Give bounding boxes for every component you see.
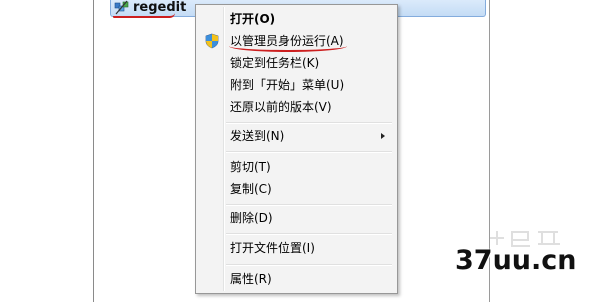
menu-item-label: 锁定到任务栏(K)	[230, 56, 320, 70]
menu-item-cut[interactable]: 剪切(T)	[198, 157, 395, 177]
menu-item-open[interactable]: 打开(O)	[198, 9, 395, 29]
site-watermark: 37uu.cn	[455, 245, 577, 276]
menu-item-label: 发送到(N)	[230, 129, 285, 143]
menu-separator	[226, 122, 392, 124]
menu-separator	[226, 151, 392, 153]
menu-item-label: 附到「开始」菜单(U)	[230, 78, 345, 92]
menu-item-label: 删除(D)	[230, 211, 273, 225]
menu-item-label: 属性(R)	[230, 272, 272, 286]
menu-item-pin-to-start[interactable]: 附到「开始」菜单(U)	[198, 75, 395, 95]
menu-item-delete[interactable]: 删除(D)	[198, 208, 395, 228]
menu-item-pin-to-taskbar[interactable]: 锁定到任务栏(K)	[198, 53, 395, 73]
menu-item-label: 打开文件位置(I)	[230, 241, 315, 255]
submenu-arrow-icon	[381, 133, 385, 139]
red-annotation-underline	[113, 13, 175, 18]
uac-shield-icon	[205, 33, 219, 49]
menu-separator	[226, 233, 392, 235]
menu-item-send-to[interactable]: 发送到(N)	[198, 126, 395, 146]
menu-item-label: 剪切(T)	[230, 160, 271, 174]
menu-item-label: 还原以前的版本(V)	[230, 100, 332, 114]
menu-separator	[226, 204, 392, 206]
menu-item-copy[interactable]: 复制(C)	[198, 179, 395, 199]
menu-item-properties[interactable]: 属性(R)	[198, 269, 395, 289]
menu-separator	[226, 264, 392, 266]
menu-item-open-file-location[interactable]: 打开文件位置(I)	[198, 238, 395, 258]
menu-item-restore-previous-versions[interactable]: 还原以前的版本(V)	[198, 97, 395, 117]
menu-item-label: 复制(C)	[230, 182, 272, 196]
menu-item-label: 打开(O)	[230, 12, 276, 26]
